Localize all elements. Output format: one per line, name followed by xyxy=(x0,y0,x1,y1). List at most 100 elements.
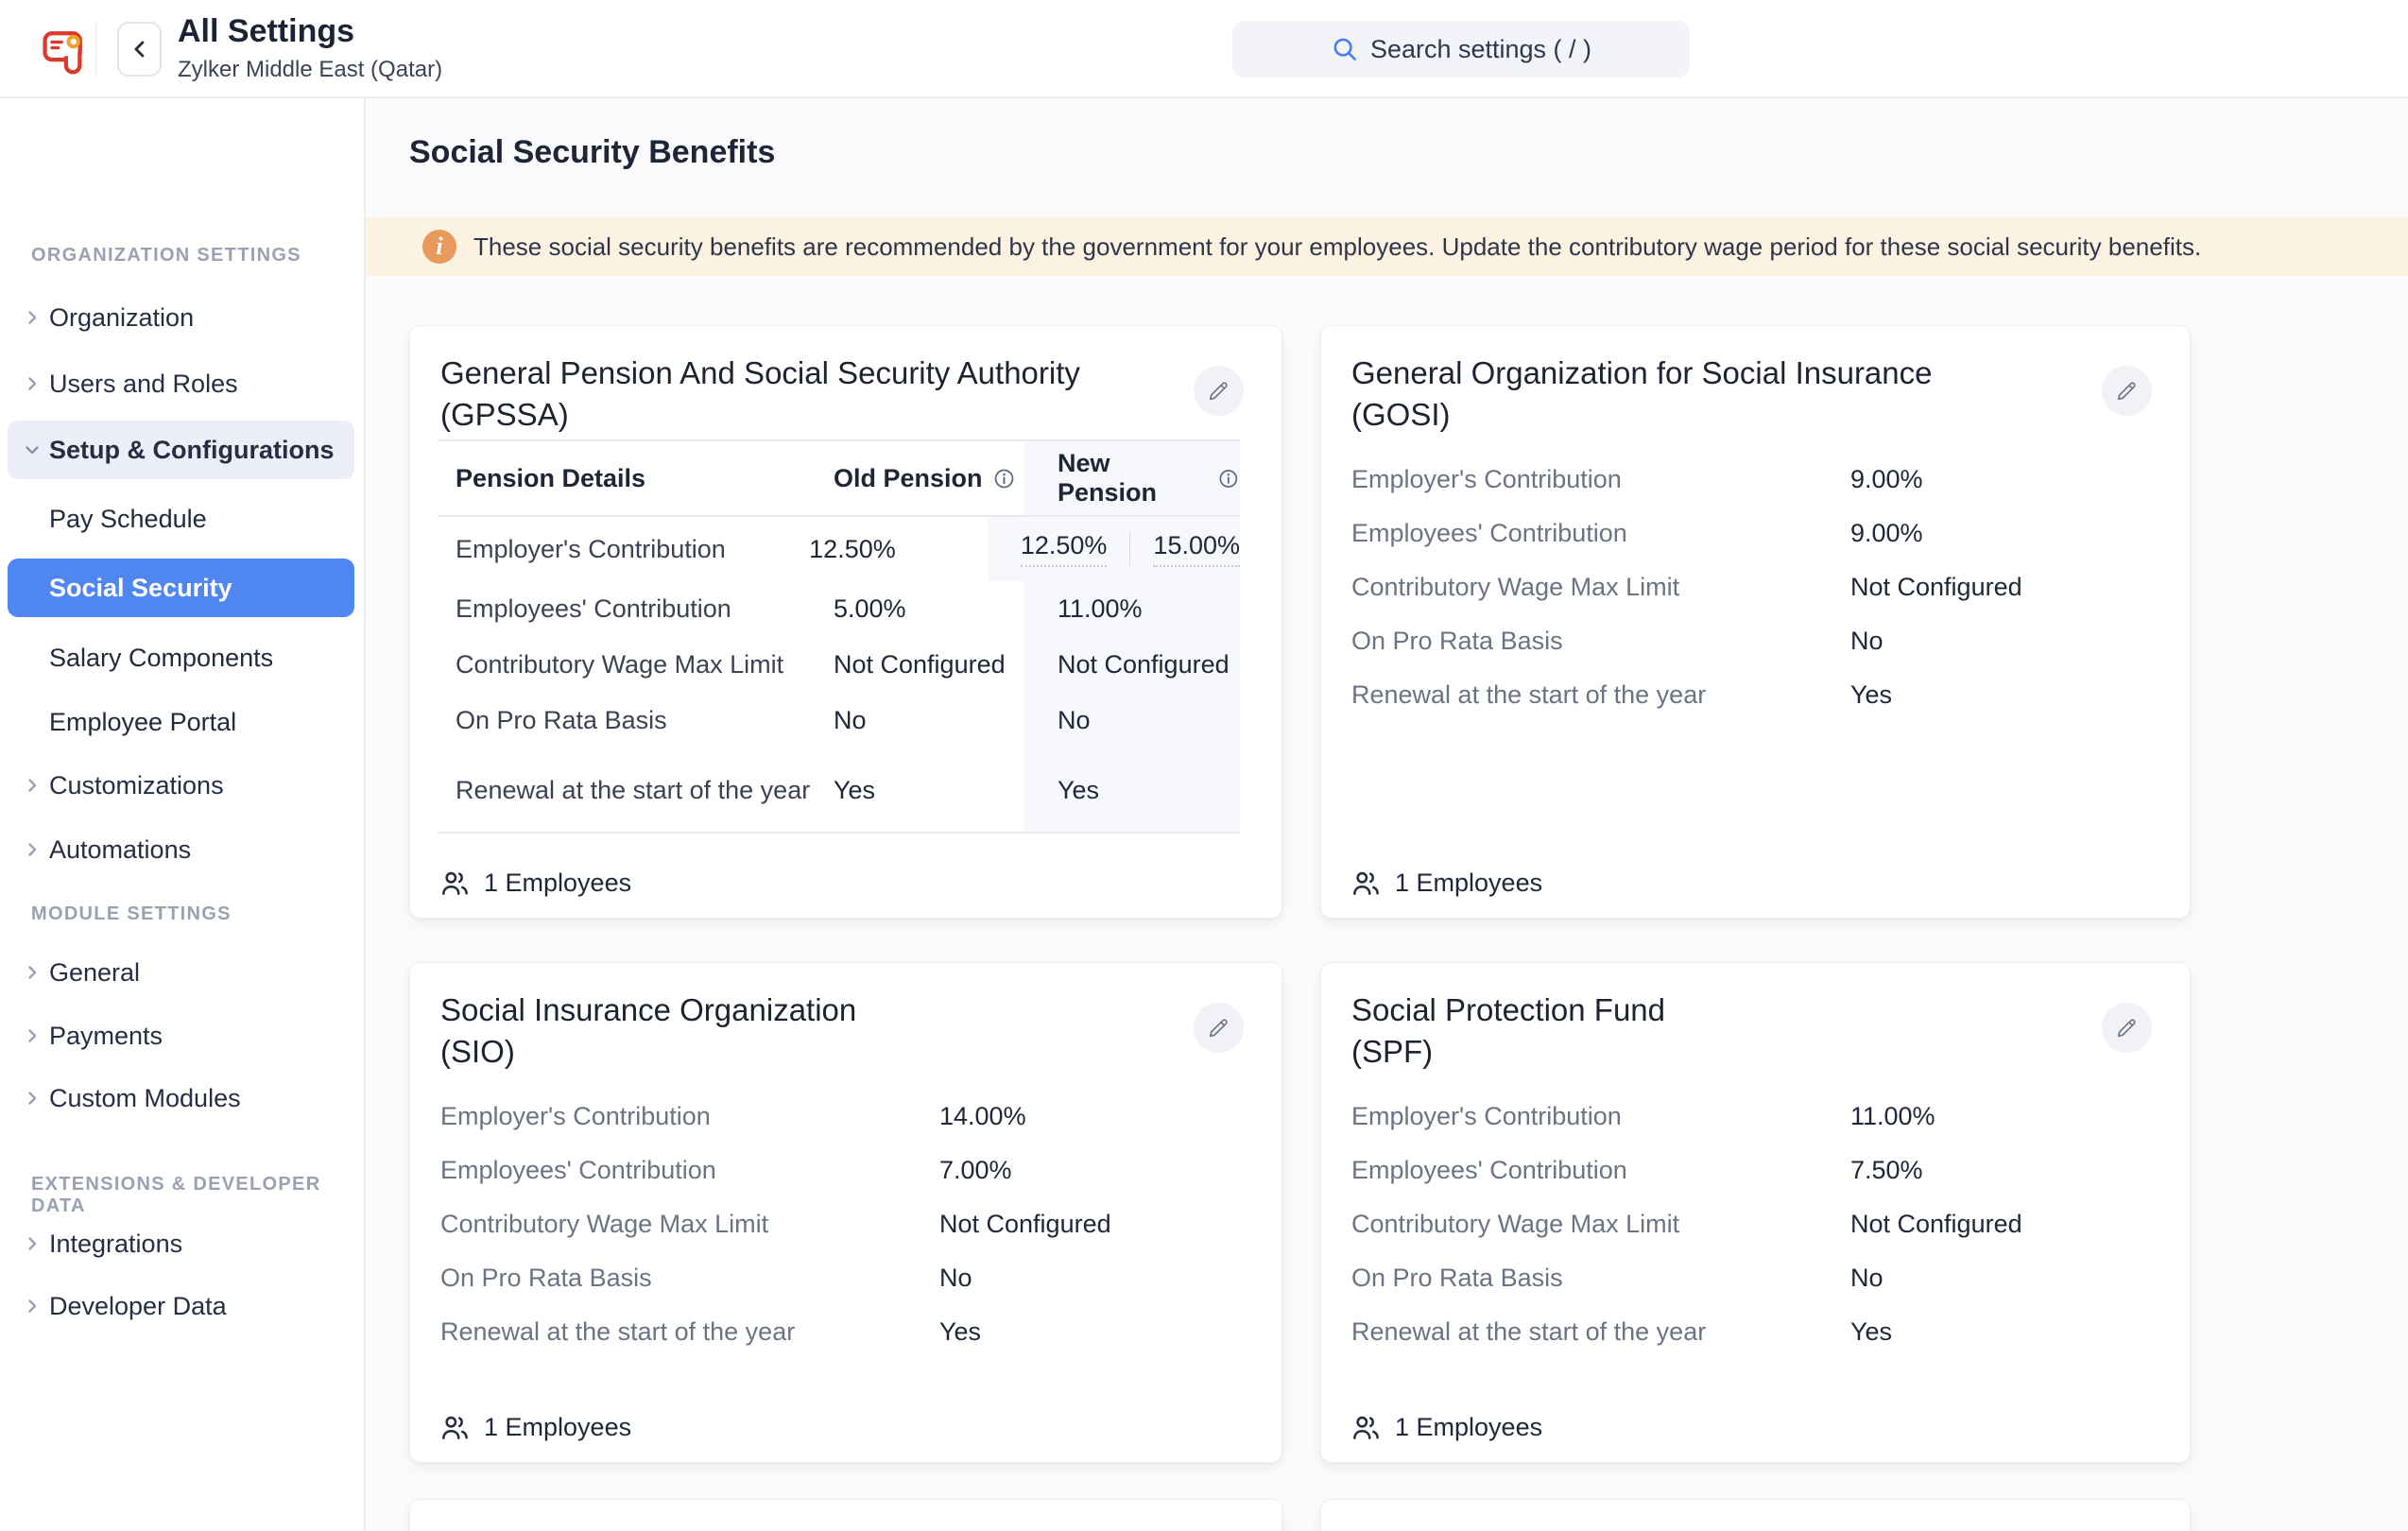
chevron-down-icon xyxy=(21,439,43,461)
gosi-details: Employer's Contribution9.00% Employees' … xyxy=(1351,453,2152,722)
new-pension-employer-alt-value[interactable]: 15.00% xyxy=(1153,531,1240,567)
sidebar-item-general[interactable]: General xyxy=(0,946,366,999)
gpssa-employees-link[interactable]: 1 Employees xyxy=(439,867,631,899)
sidebar-item-users-and-roles[interactable]: Users and Roles xyxy=(0,357,366,410)
section-extensions-developer-data: EXTENSIONS & DEVELOPER DATA xyxy=(31,1174,364,1217)
spf-details: Employer's Contribution11.00% Employees'… xyxy=(1351,1090,2152,1359)
sidebar-item-salary-components[interactable]: Salary Components xyxy=(0,631,366,684)
col-pension-details: Pension Details xyxy=(438,464,826,493)
table-row: On Pro Rata Basis No No xyxy=(438,693,1240,748)
back-button[interactable] xyxy=(117,22,162,77)
col-old-pension: Old Pension xyxy=(826,464,1024,493)
value-divider xyxy=(1129,532,1130,566)
gpssa-card: General Pension And Social Security Auth… xyxy=(409,325,1282,919)
info-icon: i xyxy=(422,230,456,264)
spf-card-title: Social Protection Fund (SPF) xyxy=(1351,989,1665,1073)
sidebar-item-employee-portal[interactable]: Employee Portal xyxy=(0,696,366,748)
page-header-title: All Settings xyxy=(178,13,354,50)
detail-row: Contributory Wage Max LimitNot Configure… xyxy=(440,1197,1244,1251)
col-new-pension: New Pension xyxy=(1024,441,1240,515)
page-title: Social Security Benefits xyxy=(409,134,775,171)
sidebar-item-customizations[interactable]: Customizations xyxy=(0,759,366,812)
table-row: Employer's Contribution 12.50% 12.50% 15… xyxy=(438,517,1240,581)
detail-row: Contributory Wage Max LimitNot Configure… xyxy=(1351,560,2152,614)
section-module-settings: MODULE SETTINGS xyxy=(31,903,232,925)
detail-row: Employees' Contribution9.00% xyxy=(1351,507,2152,560)
detail-row: Employees' Contribution7.50% xyxy=(1351,1144,2152,1197)
info-banner-text: These social security benefits are recom… xyxy=(473,232,2201,262)
pension-table: Pension Details Old Pension New Pension … xyxy=(438,439,1240,834)
detail-row: Renewal at the start of the yearYes xyxy=(1351,1305,2152,1359)
info-circle-icon[interactable] xyxy=(1217,467,1240,490)
sio-details: Employer's Contribution14.00% Employees'… xyxy=(440,1090,1244,1359)
sidebar-item-automations[interactable]: Automations xyxy=(0,823,366,876)
sidebar-item-setup-configurations[interactable]: Setup & Configurations xyxy=(8,421,354,479)
sidebar-item-integrations[interactable]: Integrations xyxy=(0,1217,366,1270)
sio-employees-link[interactable]: 1 Employees xyxy=(439,1411,631,1443)
gosi-employees-link[interactable]: 1 Employees xyxy=(1350,867,1542,899)
chevron-right-icon xyxy=(21,838,43,861)
main-content: Social Security Benefits i These social … xyxy=(366,98,2408,1531)
spf-employees-link[interactable]: 1 Employees xyxy=(1350,1411,1542,1443)
sio-edit-button[interactable] xyxy=(1194,1003,1244,1053)
table-row: Employees' Contribution 5.00% 11.00% xyxy=(438,581,1240,637)
detail-row: Contributory Wage Max LimitNot Configure… xyxy=(1351,1197,2152,1251)
top-header: All Settings Zylker Middle East (Qatar) … xyxy=(0,0,2408,98)
gosi-card: General Organization for Social Insuranc… xyxy=(1320,325,2191,919)
table-row: Contributory Wage Max Limit Not Configur… xyxy=(438,637,1240,693)
info-circle-icon[interactable] xyxy=(992,467,1016,490)
gosi-edit-button[interactable] xyxy=(2102,366,2152,416)
gpssa-edit-button[interactable] xyxy=(1194,366,1244,416)
detail-row: Renewal at the start of the yearYes xyxy=(440,1305,1244,1359)
detail-row: On Pro Rata BasisNo xyxy=(440,1251,1244,1305)
sidebar-item-organization[interactable]: Organization xyxy=(0,291,366,344)
detail-row: Renewal at the start of the yearYes xyxy=(1351,668,2152,722)
chevron-left-icon xyxy=(127,36,153,62)
chevron-right-icon xyxy=(21,1232,43,1255)
sidebar-item-developer-data[interactable]: Developer Data xyxy=(0,1280,366,1333)
info-banner: i These social security benefits are rec… xyxy=(366,217,2408,276)
employees-icon xyxy=(1350,867,1382,899)
detail-row: On Pro Rata BasisNo xyxy=(1351,1251,2152,1305)
chevron-right-icon xyxy=(21,1295,43,1317)
sio-card: Social Insurance Organization (SIO) Empl… xyxy=(409,962,1282,1463)
next-card-partial xyxy=(1320,1499,2191,1531)
header-divider xyxy=(95,21,96,77)
sidebar-item-custom-modules[interactable]: Custom Modules xyxy=(0,1072,366,1125)
search-icon xyxy=(1331,35,1359,63)
employees-icon xyxy=(439,867,471,899)
spf-card: Social Protection Fund (SPF) Employer's … xyxy=(1320,962,2191,1463)
settings-sidebar: ORGANIZATION SETTINGS Organization Users… xyxy=(0,98,366,1531)
detail-row: Employer's Contribution14.00% xyxy=(440,1090,1244,1144)
chevron-right-icon xyxy=(21,1087,43,1110)
spf-edit-button[interactable] xyxy=(2102,1003,2152,1053)
sidebar-item-payments[interactable]: Payments xyxy=(0,1009,366,1062)
pencil-icon xyxy=(2114,1015,2140,1041)
gosi-card-title: General Organization for Social Insuranc… xyxy=(1351,353,1933,436)
detail-row: On Pro Rata BasisNo xyxy=(1351,614,2152,668)
pencil-icon xyxy=(1206,378,1231,404)
sidebar-item-pay-schedule[interactable]: Pay Schedule xyxy=(0,492,366,545)
detail-row: Employees' Contribution7.00% xyxy=(440,1144,1244,1197)
detail-row: Employer's Contribution11.00% xyxy=(1351,1090,2152,1144)
chevron-right-icon xyxy=(21,372,43,395)
sio-card-title: Social Insurance Organization (SIO) xyxy=(440,989,856,1073)
payroll-logo-icon xyxy=(40,23,89,76)
chevron-right-icon xyxy=(21,306,43,329)
next-card-partial xyxy=(409,1499,1282,1531)
table-row: Renewal at the start of the year Yes Yes xyxy=(438,748,1240,832)
chevron-right-icon xyxy=(21,1024,43,1047)
new-pension-employer-value[interactable]: 12.50% xyxy=(1021,531,1108,567)
sidebar-item-social-security[interactable]: Social Security xyxy=(8,559,354,617)
employees-icon xyxy=(439,1411,471,1443)
pension-table-header: Pension Details Old Pension New Pension xyxy=(438,441,1240,517)
gpssa-card-title: General Pension And Social Security Auth… xyxy=(440,353,1080,436)
search-placeholder: Search settings ( / ) xyxy=(1370,35,1591,64)
search-input[interactable]: Search settings ( / ) xyxy=(1232,21,1690,77)
detail-row: Employer's Contribution9.00% xyxy=(1351,453,2152,507)
chevron-right-icon xyxy=(21,774,43,797)
employees-icon xyxy=(1350,1411,1382,1443)
pencil-icon xyxy=(2114,378,2140,404)
section-organization-settings: ORGANIZATION SETTINGS xyxy=(31,245,301,267)
organization-name: Zylker Middle East (Qatar) xyxy=(178,57,442,83)
